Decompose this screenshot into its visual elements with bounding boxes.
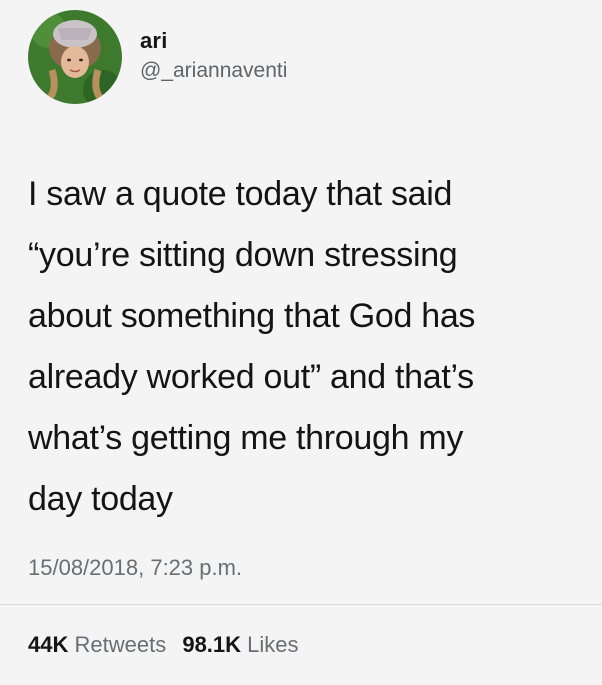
display-name[interactable]: ari xyxy=(140,28,168,54)
user-handle[interactable]: @_ariannaventi xyxy=(140,59,287,83)
retweets-stat[interactable]: 44K Retweets xyxy=(28,632,166,657)
likes-label: Likes xyxy=(247,632,299,657)
tweet-stats: 44K Retweets 98.1K Likes xyxy=(28,632,309,658)
tweet-text: I saw a quote today that said “you’re si… xyxy=(28,175,476,518)
divider xyxy=(0,604,602,605)
retweets-count: 44K xyxy=(28,632,69,657)
retweets-label: Retweets xyxy=(74,632,167,657)
profile-photo-icon xyxy=(28,10,122,104)
likes-count: 98.1K xyxy=(182,632,242,657)
likes-stat[interactable]: 98.1K Likes xyxy=(182,632,298,657)
avatar[interactable] xyxy=(28,10,122,104)
tweet-timestamp[interactable]: 15/08/2018, 7:23 p.m. xyxy=(28,555,242,581)
tweet-card: ari @_ariannaventi I saw a quote today t… xyxy=(0,0,602,685)
